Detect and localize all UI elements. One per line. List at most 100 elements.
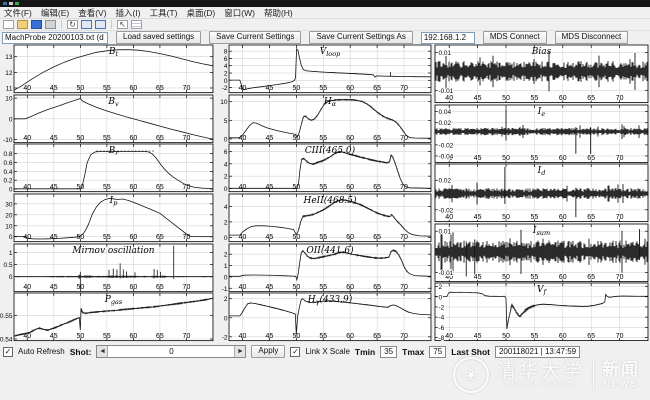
- svg-text:65: 65: [156, 333, 164, 340]
- svg-text:Hγ(433.9): Hγ(433.9): [307, 294, 353, 306]
- svg-text:10: 10: [5, 95, 13, 102]
- svg-text:40: 40: [239, 135, 247, 142]
- svg-text:60: 60: [346, 234, 354, 241]
- print-icon[interactable]: [45, 20, 56, 29]
- settings-file-field[interactable]: MachProbe 20200103.txt (d: [2, 32, 108, 44]
- plot-column-right: 40455055606570-0.010.01Bias4045505560657…: [433, 44, 650, 342]
- svg-text:45: 45: [474, 214, 482, 221]
- watermark-news-cn: 新闻: [602, 361, 640, 379]
- plot-panel-vloop[interactable]: 40455055606570-202468Vloop: [215, 44, 433, 94]
- save-current-settings-button[interactable]: Save Current Settings: [209, 31, 301, 44]
- plot-panel-oii[interactable]: 40455055606570-1012OII(441.6): [215, 243, 433, 293]
- plot-panel-br[interactable]: 4045505560657000.20.40.60.8Br: [0, 143, 215, 193]
- svg-text:55: 55: [319, 333, 327, 340]
- svg-text:70: 70: [616, 95, 624, 102]
- menu-item-1[interactable]: 编辑(E): [41, 7, 69, 19]
- save-icon[interactable]: [31, 20, 42, 29]
- plot-panel-vf[interactable]: 40455055606570-8-6-4-202Vf: [433, 282, 650, 342]
- menu-item-2[interactable]: 查看(V): [78, 7, 106, 19]
- plot-panel-isum[interactable]: 40455055606570-0.010.01Isum: [433, 223, 650, 283]
- svg-text:55: 55: [319, 284, 327, 291]
- svg-text:0: 0: [224, 136, 228, 143]
- plot-panel-bias[interactable]: 40455055606570-0.010.01Bias: [433, 44, 650, 104]
- open-folder-icon[interactable]: [17, 20, 28, 29]
- svg-text:60: 60: [130, 85, 138, 92]
- tmax-field[interactable]: 75: [429, 346, 446, 358]
- svg-text:65: 65: [373, 135, 381, 142]
- apply-button[interactable]: Apply: [251, 345, 285, 358]
- svg-text:45: 45: [50, 135, 58, 142]
- mds-connect-button[interactable]: MDS Connect: [483, 31, 547, 44]
- link-x-scale-checkbox[interactable]: ✓: [290, 347, 300, 357]
- menu-item-5[interactable]: 桌面(D): [186, 7, 215, 19]
- layout-panel-icon[interactable]: [95, 20, 106, 29]
- tmin-label: Tmin: [355, 347, 375, 357]
- new-document-icon[interactable]: [3, 20, 14, 29]
- shot-value[interactable]: 0: [108, 347, 234, 356]
- svg-text:2: 2: [224, 251, 228, 258]
- svg-text:60: 60: [346, 85, 354, 92]
- tsinghua-news-watermark: ❀ 清华大学 Tsinghua University 新闻 NEWS: [453, 357, 640, 393]
- auto-refresh-checkbox[interactable]: ✓: [3, 347, 13, 357]
- svg-text:8: 8: [224, 49, 228, 56]
- menu-item-6[interactable]: 窗口(W): [224, 7, 255, 19]
- svg-text:40: 40: [23, 284, 31, 291]
- svg-text:60: 60: [346, 135, 354, 142]
- svg-text:55: 55: [103, 85, 111, 92]
- mds-disconnect-button[interactable]: MDS Disconnect: [555, 31, 629, 44]
- app-window: 文件(F) 编辑(E) 查看(V) 插入(I) 工具(T) 桌面(D) 窗口(W) 帮助(H)…: [0, 0, 650, 400]
- legend-box-icon[interactable]: [131, 20, 142, 29]
- menu-item-0[interactable]: 文件(F): [4, 7, 32, 19]
- svg-text:65: 65: [373, 284, 381, 291]
- svg-text:70: 70: [616, 214, 624, 221]
- svg-text:55: 55: [319, 85, 327, 92]
- dock-panel-icon[interactable]: [81, 20, 92, 29]
- menu-bar: 文件(F) 编辑(E) 查看(V) 插入(I) 工具(T) 桌面(D) 窗口(W) 帮助(H): [0, 7, 650, 19]
- refresh-icon[interactable]: ↻: [67, 20, 78, 29]
- save-current-settings-as-button[interactable]: Save Current Settings As: [309, 31, 412, 44]
- plot-panel-mirnov-oscillation[interactable]: 4045505560657000.51Mirnov oscillation: [0, 243, 215, 293]
- svg-text:CIII(465.0): CIII(465.0): [305, 145, 356, 156]
- tmin-field[interactable]: 35: [380, 346, 397, 358]
- svg-text:50: 50: [502, 214, 510, 221]
- plot-panel-ciii[interactable]: 404550556065700246CIII(465.0): [215, 143, 433, 193]
- svg-text:2: 2: [439, 284, 443, 291]
- plot-panel-h-[interactable]: 40455055606570-202Hγ(433.9): [215, 292, 433, 342]
- shot-increment-arrow[interactable]: ►: [234, 346, 245, 357]
- plot-panel-ip[interactable]: 404550556065700102030Ip: [0, 193, 215, 243]
- plot-panel-ie[interactable]: 40455055606570-0.04-0.020.020.04Ie: [433, 104, 650, 164]
- svg-text:65: 65: [156, 85, 164, 92]
- plot-panel-h-[interactable]: 404550556065700510Hα: [215, 94, 433, 144]
- svg-text:65: 65: [373, 85, 381, 92]
- plot-panel-pgas[interactable]: 404550556065700.540.55Pgas: [0, 292, 215, 342]
- svg-text:45: 45: [266, 184, 274, 191]
- plot-panel-id[interactable]: 40455055606570-0.020.02Id: [433, 163, 650, 223]
- plot-panel-bt[interactable]: 40455055606570111213Bt: [0, 44, 215, 94]
- svg-text:60: 60: [130, 333, 138, 340]
- svg-text:13: 13: [5, 54, 13, 61]
- mds-ip-field[interactable]: 192.168.1.2: [421, 32, 475, 44]
- menu-item-3[interactable]: 插入(I): [116, 7, 141, 19]
- svg-text:5: 5: [224, 117, 228, 124]
- svg-text:0.02: 0.02: [439, 178, 452, 185]
- svg-text:45: 45: [266, 333, 274, 340]
- plot-panel-bv[interactable]: 40455055606570-10010Bv: [0, 94, 215, 144]
- shot-decrement-arrow[interactable]: ◄: [97, 346, 108, 357]
- menu-item-7[interactable]: 帮助(H): [264, 7, 293, 19]
- shot-spinner[interactable]: ◄ 0 ►: [96, 345, 246, 358]
- plot-panel-heii[interactable]: 40455055606570024HeII(468.5): [215, 193, 433, 243]
- load-saved-settings-button[interactable]: Load saved settings: [116, 31, 201, 44]
- svg-text:Bias: Bias: [531, 47, 552, 57]
- svg-text:40: 40: [445, 333, 453, 340]
- svg-text:0.02: 0.02: [439, 120, 452, 127]
- svg-text:60: 60: [559, 155, 567, 162]
- menu-item-4[interactable]: 工具(T): [150, 7, 178, 19]
- cursor-arrow-icon[interactable]: ↖: [117, 20, 128, 29]
- svg-text:60: 60: [559, 274, 567, 281]
- watermark-cn-text: 清华大学: [497, 362, 585, 381]
- svg-text:70: 70: [183, 85, 191, 92]
- svg-text:50: 50: [502, 274, 510, 281]
- svg-text:70: 70: [616, 274, 624, 281]
- svg-text:45: 45: [50, 333, 58, 340]
- svg-text:OII(441.6): OII(441.6): [306, 245, 354, 256]
